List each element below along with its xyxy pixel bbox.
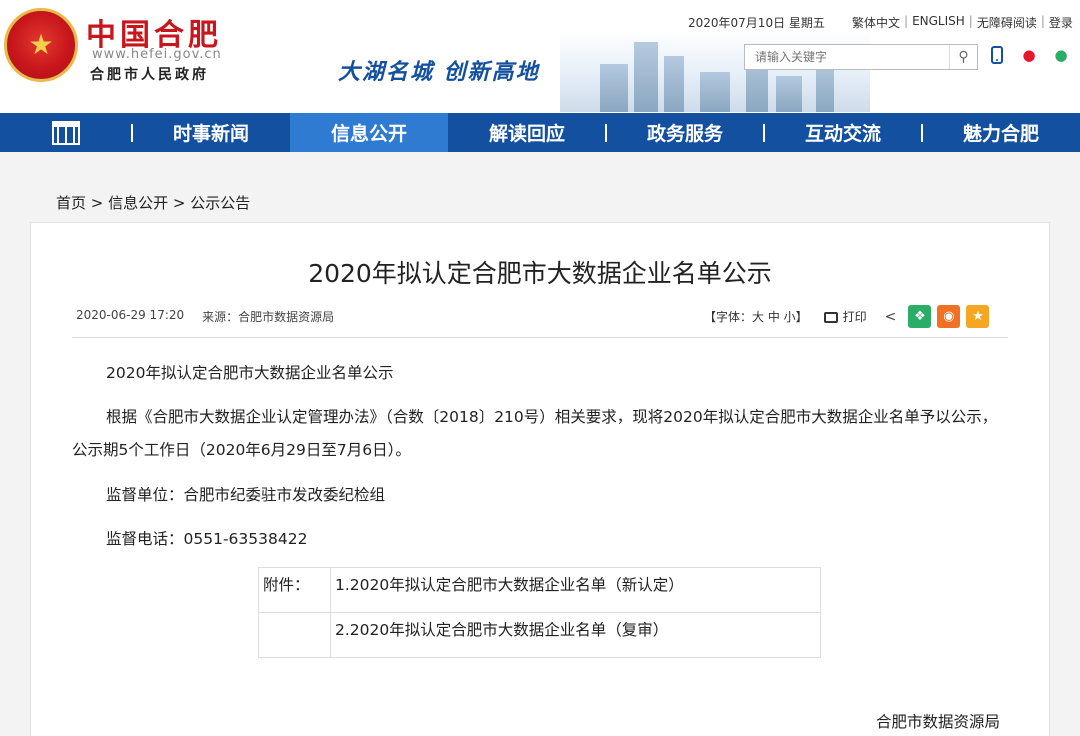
paragraph-supervisor: 监督单位：合肥市纪委驻市发改委纪检组 bbox=[106, 486, 386, 504]
nav-item-charm-hefei[interactable]: 魅力合肥 bbox=[921, 113, 1080, 152]
share-icon[interactable]: < bbox=[885, 309, 897, 325]
nav-item-news[interactable]: 时事新闻 bbox=[131, 113, 290, 152]
table-row: 2.2020年拟认定合肥市大数据企业名单（复审） bbox=[258, 612, 821, 658]
attachment-link-review[interactable]: 2.2020年拟认定合肥市大数据企业名单（复审） bbox=[330, 612, 821, 658]
nav-home[interactable] bbox=[0, 113, 132, 152]
current-date: 2020年07月10日 星期五 bbox=[688, 16, 825, 30]
search-input[interactable] bbox=[745, 45, 949, 69]
article-tools: 【字体：大 中 小】 打印 < ❖ ◉ ★ bbox=[704, 305, 990, 328]
link-divider: | bbox=[968, 14, 973, 28]
wechat-icon[interactable]: ● bbox=[1050, 44, 1072, 66]
wechat-share-icon[interactable]: ❖ bbox=[908, 305, 932, 328]
top-links: 繁体中文 | ENGLISH | 无障碍阅读 | 登录 bbox=[852, 14, 1073, 31]
nav-item-services[interactable]: 政务服务 bbox=[605, 113, 764, 152]
national-emblem-icon[interactable]: ★ bbox=[4, 8, 78, 82]
breadcrumb[interactable]: 首页 > 信息公开 > 公示公告 bbox=[56, 192, 250, 213]
signature: 合肥市数据资源局 bbox=[876, 713, 1001, 731]
paragraph-phone: 监督电话：0551-63538422 bbox=[106, 530, 308, 548]
nav-item-interaction[interactable]: 互动交流 bbox=[763, 113, 922, 152]
print-icon bbox=[823, 312, 838, 323]
site-subtitle: 合肥市人民政府 bbox=[90, 67, 209, 83]
favorite-star-icon[interactable]: ★ bbox=[966, 305, 990, 328]
article-meta: 2020-06-29 17:20 来源：合肥市数据资源局 bbox=[76, 308, 334, 325]
table-row: 附件： 1.2020年拟认定合肥市大数据企业名单（新认定） bbox=[258, 567, 821, 613]
link-divider: | bbox=[1040, 14, 1045, 28]
attachments-label: 附件： bbox=[258, 567, 331, 613]
attachment-link-new[interactable]: 1.2020年拟认定合肥市大数据企业名单（新认定） bbox=[330, 567, 821, 613]
divider bbox=[72, 337, 1008, 338]
mobile-icon[interactable] bbox=[986, 44, 1008, 66]
link-accessibility[interactable]: 无障碍阅读 bbox=[977, 14, 1037, 31]
weibo-share-icon[interactable]: ◉ bbox=[937, 305, 961, 328]
paragraph-body: 根据《合肥市大数据企业认定管理办法》（合数〔2018〕210号）相关要求，现将2… bbox=[72, 408, 998, 459]
search-box: ⚲ bbox=[744, 44, 978, 70]
link-traditional-chinese[interactable]: 繁体中文 bbox=[852, 14, 900, 31]
attachments-label-empty bbox=[258, 612, 331, 658]
print-button[interactable]: 打印 bbox=[823, 308, 867, 325]
article-title: 2020年拟认定合肥市大数据企业名单公示 bbox=[308, 259, 772, 288]
publish-date: 2020-06-29 17:20 bbox=[76, 308, 185, 322]
link-login[interactable]: 登录 bbox=[1049, 14, 1073, 31]
link-english[interactable]: ENGLISH bbox=[912, 14, 965, 31]
font-size-control[interactable]: 【字体：大 中 小】 bbox=[704, 308, 808, 325]
paragraph-heading: 2020年拟认定合肥市大数据企业名单公示 bbox=[106, 364, 394, 382]
search-icon[interactable]: ⚲ bbox=[949, 45, 977, 69]
skyline-banner bbox=[560, 30, 870, 112]
home-icon bbox=[52, 120, 80, 145]
site-url: www.hefei.gov.cn bbox=[92, 47, 222, 62]
attachments-table: 附件： 1.2020年拟认定合肥市大数据企业名单（新认定） 2.2020年拟认定… bbox=[258, 567, 821, 658]
weibo-icon[interactable]: ● bbox=[1018, 44, 1040, 66]
nav-item-info-disclosure[interactable]: 信息公开 bbox=[290, 113, 448, 152]
link-divider: | bbox=[904, 14, 909, 28]
slogan: 大湖名城 创新高地 bbox=[338, 60, 540, 85]
main-nav: 时事新闻 信息公开 解读回应 政务服务 互动交流 魅力合肥 bbox=[0, 113, 1080, 152]
article-source: 来源：合肥市数据资源局 bbox=[202, 310, 335, 324]
nav-item-interpretation[interactable]: 解读回应 bbox=[448, 113, 606, 152]
social-icons: ● ● bbox=[986, 44, 1072, 66]
site-header: ★ 中国合肥 www.hefei.gov.cn 合肥市人民政府 大湖名城 创新高… bbox=[0, 0, 1080, 113]
